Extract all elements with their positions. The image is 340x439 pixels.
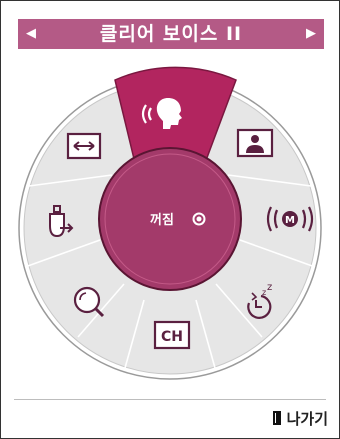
exit-label: 나가기 — [286, 409, 328, 428]
center-status-button[interactable]: 꺼짐 — [98, 147, 242, 291]
exit-button[interactable]: 나가기 — [272, 406, 328, 430]
exit-icon — [272, 411, 281, 425]
center-status-label: 꺼짐 — [150, 213, 174, 228]
footer-divider — [14, 399, 326, 400]
svg-text:z: z — [262, 288, 266, 297]
menu-item-picture[interactable] — [236, 128, 274, 158]
svg-text:z: z — [267, 282, 272, 293]
aspect-ratio-icon — [66, 132, 102, 160]
channel-label: CH — [161, 329, 183, 345]
menu-item-aspect-ratio[interactable] — [66, 132, 102, 160]
menu-dial: 꺼짐 M z z CH — [18, 66, 322, 380]
menu-item-channel[interactable]: CH — [153, 320, 191, 350]
picture-icon — [236, 128, 274, 158]
svg-text:M: M — [285, 215, 295, 226]
